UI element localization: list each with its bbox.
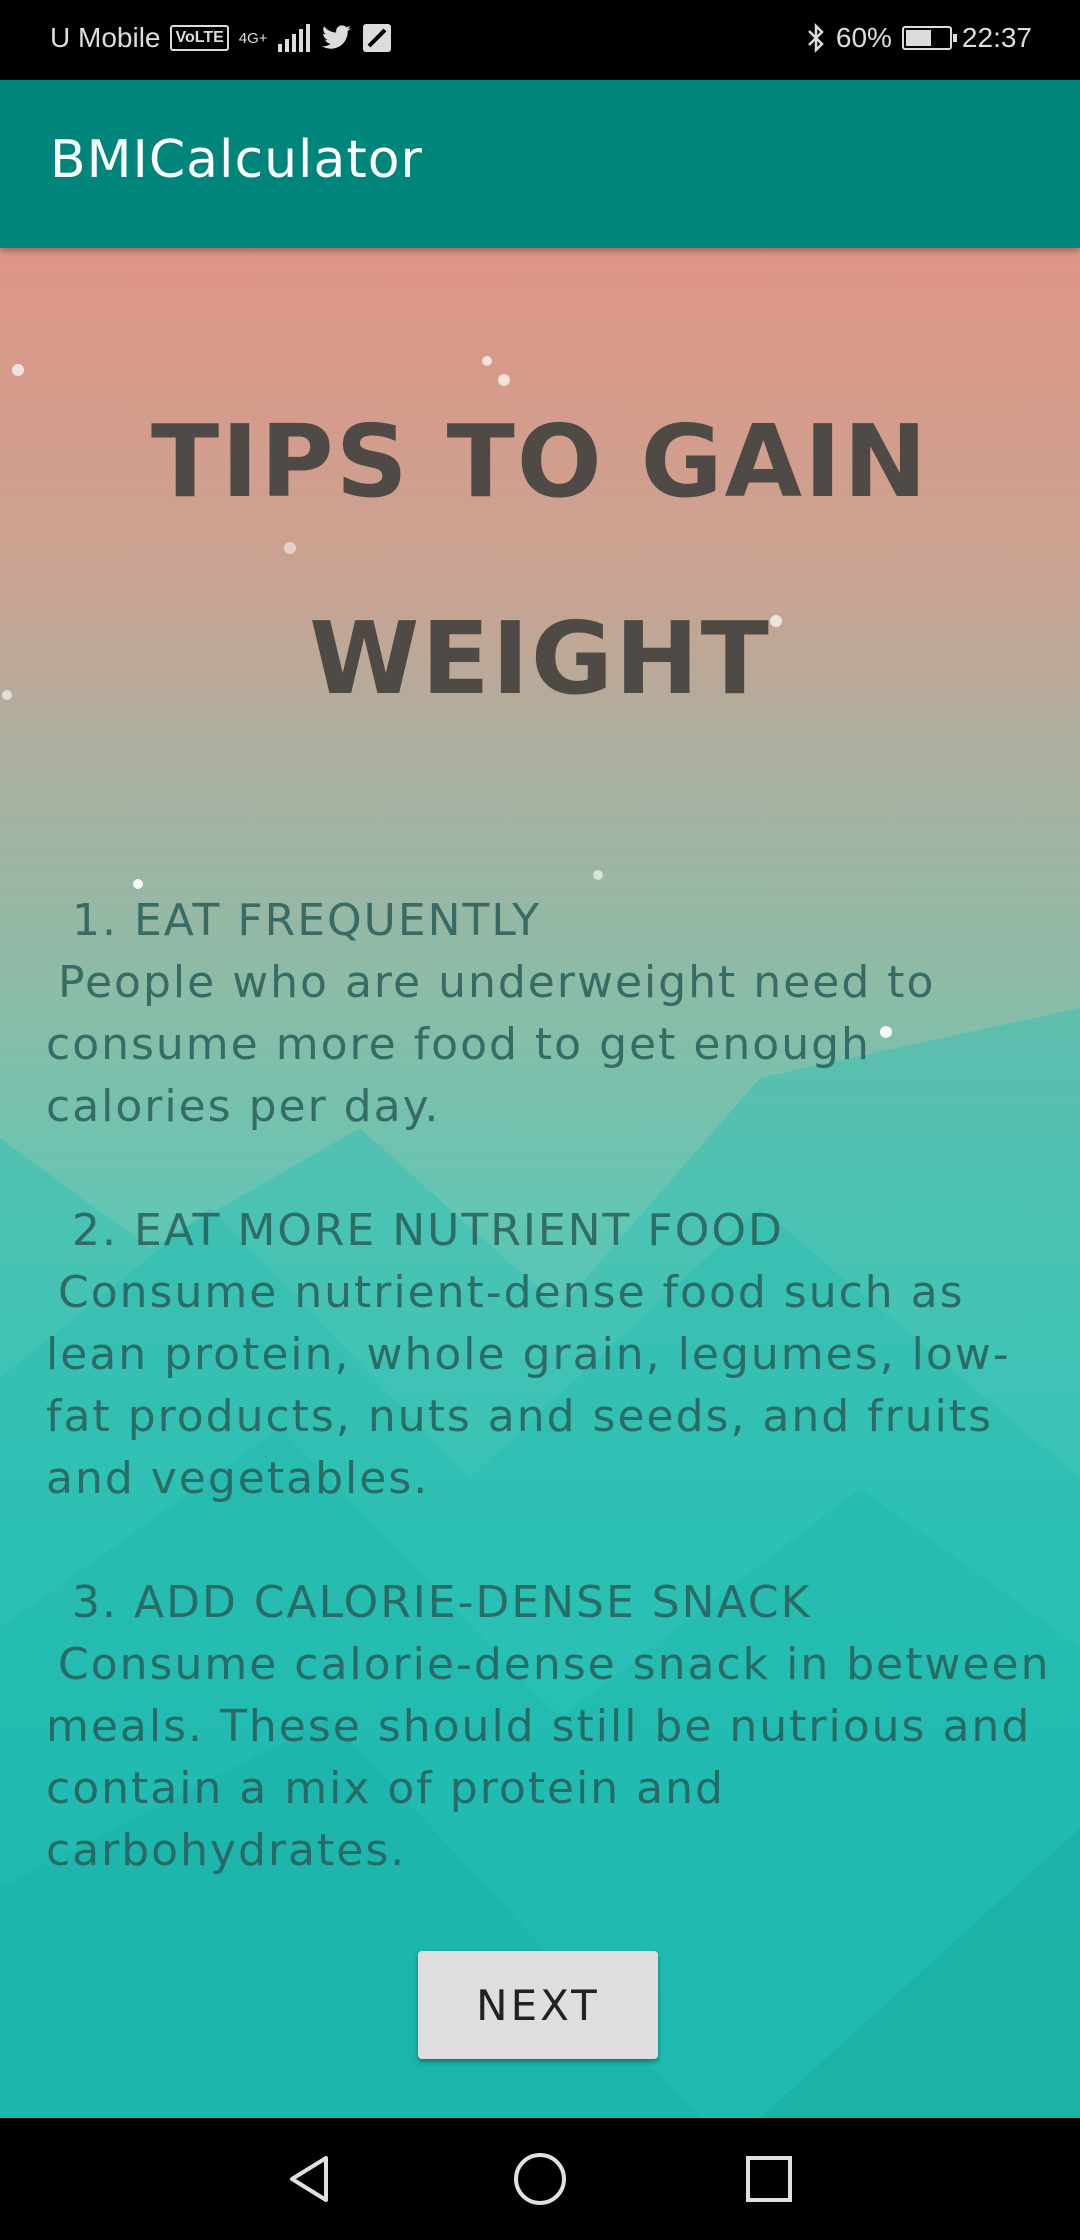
page-heading-line1: TIPS TO GAIN — [151, 403, 929, 520]
navigation-bar — [0, 2118, 1080, 2240]
twitter-icon — [321, 25, 351, 49]
clock: 22:37 — [961, 22, 1032, 53]
home-icon[interactable] — [507, 2146, 573, 2212]
tip-item: 1. EAT FREQUENTLY People who are underwe… — [46, 890, 1056, 1138]
notification-icon — [362, 24, 391, 52]
tip-body: People who are underweight need to consu… — [46, 957, 936, 1132]
tip-item: 2. EAT MORE NUTRIENT FOOD Consume nutrie… — [46, 1200, 1056, 1510]
battery-percent: 60% — [835, 22, 892, 53]
app-title: BMICalculator — [50, 130, 423, 190]
status-bar: U Mobile VoLTE 4G+ 60% 22:37 — [0, 0, 1080, 80]
app-bar: BMICalculator — [0, 80, 1080, 248]
network-type-label: 4G+ — [238, 29, 268, 47]
tips-screen[interactable]: TIPS TO GAIN WEIGHT 1. EAT FREQUENTLY Pe… — [0, 248, 1080, 2118]
tip-title: 3. ADD CALORIE-DENSE SNACK — [72, 1577, 812, 1628]
tip-item: 3. ADD CALORIE-DENSE SNACK Consume calor… — [46, 1572, 1056, 1882]
back-icon[interactable] — [276, 2146, 342, 2212]
tip-title: 1. EAT FREQUENTLY — [72, 895, 541, 946]
tip-title: 2. EAT MORE NUTRIENT FOOD — [72, 1205, 784, 1256]
next-button[interactable]: NEXT — [418, 1951, 658, 2059]
signal-icon — [277, 24, 310, 52]
tips-list: 1. EAT FREQUENTLY People who are underwe… — [46, 890, 1056, 1944]
tip-body: Consume nutrient-dense food such as lean… — [46, 1267, 1011, 1504]
page-heading-line2: WEIGHT — [309, 600, 771, 717]
status-left: U Mobile VoLTE 4G+ — [50, 22, 392, 54]
recents-icon[interactable] — [736, 2146, 802, 2212]
volte-icon: VoLTE — [170, 25, 229, 51]
tip-body: Consume calorie-dense snack in between m… — [46, 1639, 1051, 1876]
bluetooth-icon — [807, 22, 824, 54]
status-right: 60% 22:37 — [806, 22, 1032, 54]
battery-charging-icon — [901, 26, 957, 50]
carrier-label: U Mobile — [50, 22, 161, 53]
